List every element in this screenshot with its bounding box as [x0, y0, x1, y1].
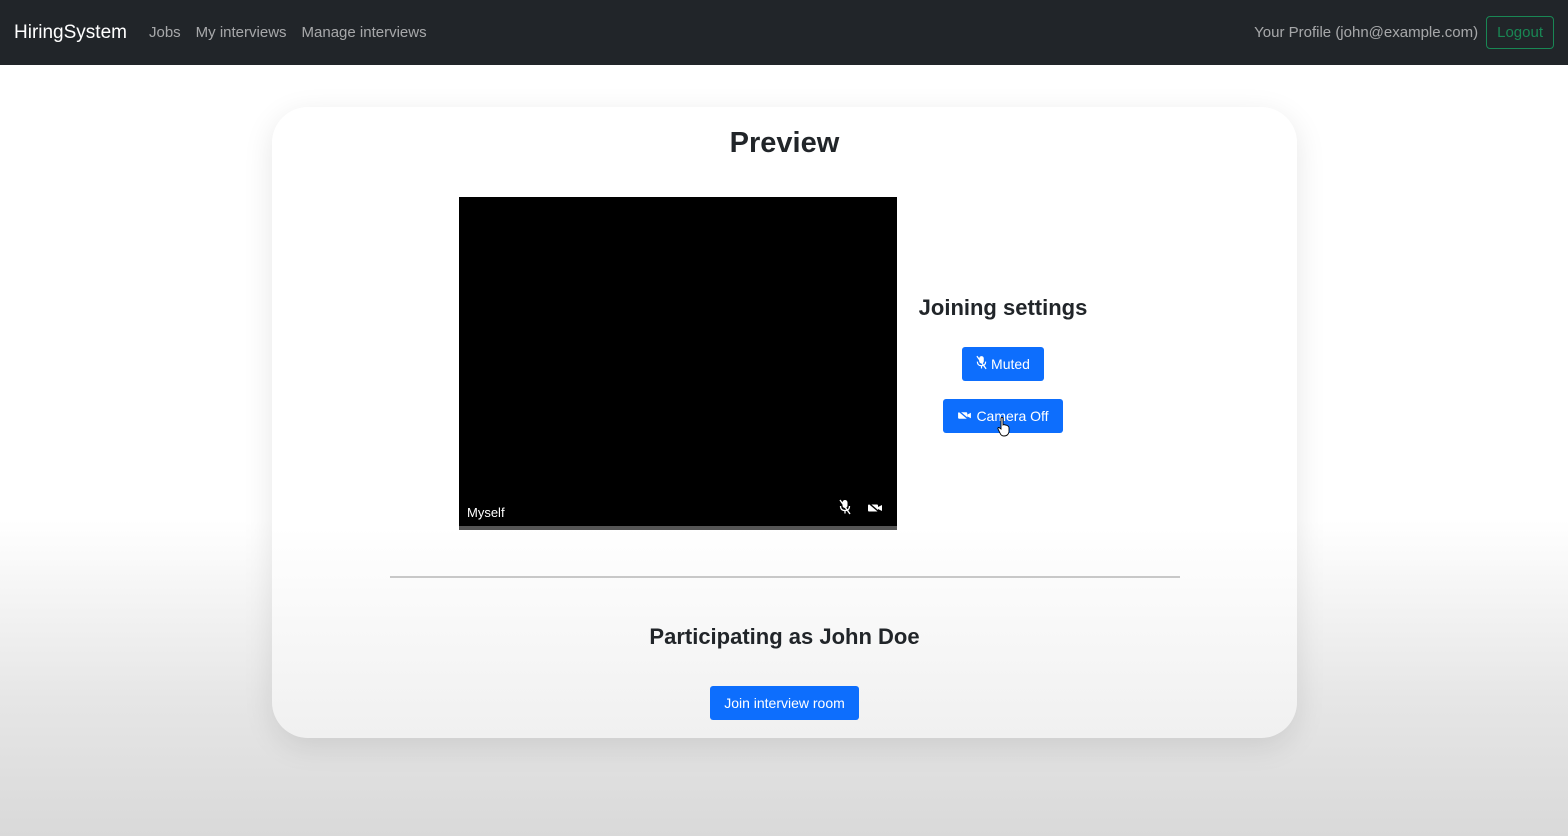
camera-off-icon: [867, 501, 883, 519]
mute-toggle-button[interactable]: Muted: [962, 347, 1044, 381]
logout-button[interactable]: Logout: [1486, 16, 1554, 49]
mute-button-label: Muted: [991, 356, 1030, 372]
mic-off-icon: [839, 499, 851, 520]
mic-off-icon: [976, 355, 987, 373]
camera-off-icon: [957, 408, 972, 424]
participating-label: Participating as John Doe: [649, 624, 920, 649]
join-interview-room-button[interactable]: Join interview room: [710, 686, 859, 720]
page-title: Preview: [729, 127, 840, 159]
nav-right-group: Your Profile (john@example.com) Logout: [1254, 16, 1554, 49]
joining-settings-title: Joining settings: [918, 295, 1088, 320]
video-preview: Myself: [459, 197, 897, 530]
join-button-wrapper: Join interview room: [272, 686, 1297, 720]
video-status-icons: [839, 499, 883, 520]
preview-card: Preview Myself Joining settings Muted Ca…: [272, 107, 1297, 738]
nav-link-manage-interviews[interactable]: Manage interviews: [302, 24, 427, 41]
profile-link[interactable]: Your Profile (john@example.com): [1254, 24, 1478, 41]
camera-button-label: Camera Off: [976, 408, 1049, 424]
nav-link-my-interviews[interactable]: My interviews: [196, 24, 287, 41]
video-label: Myself: [467, 505, 505, 520]
top-navbar: HiringSystem Jobs My interviews Manage i…: [0, 0, 1568, 65]
brand-logo[interactable]: HiringSystem: [14, 22, 127, 44]
nav-link-jobs[interactable]: Jobs: [149, 24, 181, 41]
mouse-cursor-icon: [997, 417, 1011, 442]
section-divider: [390, 576, 1180, 578]
